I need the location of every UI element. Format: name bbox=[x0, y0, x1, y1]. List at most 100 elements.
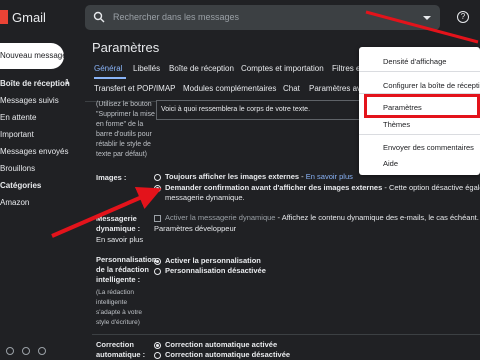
autocorrect-on-label: Correction automatique activée bbox=[165, 340, 278, 349]
sidebar-item-inbox[interactable]: Boîte de réception 1 bbox=[0, 79, 85, 93]
search-icon[interactable] bbox=[93, 11, 105, 23]
sidebar-item-label: Messages suivis bbox=[0, 96, 59, 105]
personalization-off-radio[interactable] bbox=[154, 268, 161, 275]
signature-help-line: texte par défaut) bbox=[96, 151, 147, 158]
personalization-on-option[interactable]: Activer la personnalisation bbox=[165, 256, 261, 266]
gmail-logo-text[interactable]: Gmail bbox=[12, 10, 46, 25]
personalization-off-option[interactable]: Personnalisation désactivée bbox=[165, 266, 266, 276]
menu-item-send-feedback[interactable]: Envoyer des commentaires bbox=[383, 143, 474, 152]
smart-compose-sub-1: (La rédaction bbox=[96, 289, 134, 296]
tab-chat[interactable]: Chat bbox=[283, 84, 300, 93]
developer-settings-link[interactable]: Paramètres développeur bbox=[154, 224, 236, 234]
dynamic-learn-more-link[interactable]: En savoir plus bbox=[96, 235, 143, 245]
personalization-on-radio[interactable] bbox=[154, 258, 161, 265]
sidebar-item-label: Brouillons bbox=[0, 164, 36, 173]
sidebar-item-label: En attente bbox=[0, 113, 37, 122]
inbox-count: 1 bbox=[65, 79, 69, 86]
sidebar-item-label: Important bbox=[0, 130, 34, 139]
images-ask-option[interactable]: Demander confirmation avant d'afficher d… bbox=[165, 183, 480, 193]
sidebar-item-starred[interactable]: Messages suivis bbox=[0, 96, 85, 110]
active-tab-indicator bbox=[94, 77, 126, 79]
sidebar-item-drafts[interactable]: Brouillons bbox=[0, 164, 85, 178]
dynamic-mail-checkbox[interactable] bbox=[154, 215, 161, 222]
sidebar: Nouveau message Boîte de réception 1 Mes… bbox=[0, 34, 85, 360]
sidebar-footer bbox=[0, 344, 85, 360]
menu-item-themes[interactable]: Thèmes bbox=[383, 120, 410, 129]
compose-button[interactable]: Nouveau message bbox=[0, 43, 67, 69]
gmail-window: Gmail Rechercher dans les messages ? Nou… bbox=[0, 0, 480, 360]
images-always-radio[interactable] bbox=[154, 174, 161, 181]
dynamic-mail-label-2: dynamique : bbox=[96, 224, 141, 233]
images-ask-label: Demander confirmation avant d'afficher d… bbox=[165, 183, 383, 192]
menu-item-display-density[interactable]: Densité d'affichage bbox=[383, 57, 446, 66]
contacts-icon[interactable] bbox=[6, 347, 14, 355]
help-icon[interactable]: ? bbox=[457, 11, 469, 23]
tab-inbox[interactable]: Boîte de réception bbox=[169, 64, 234, 73]
hangouts-icon[interactable] bbox=[22, 347, 30, 355]
sidebar-item-snoozed[interactable]: En attente bbox=[0, 113, 85, 127]
phone-icon[interactable] bbox=[38, 347, 46, 355]
dynamic-mail-option: Activer la messagerie dynamique - Affich… bbox=[165, 213, 479, 223]
sidebar-item-label: Amazon bbox=[0, 198, 30, 207]
tab-general[interactable]: Général bbox=[94, 64, 122, 73]
sidebar-item-label: Messages envoyés bbox=[0, 147, 69, 156]
menu-divider bbox=[359, 71, 480, 72]
smart-compose-label-3: intelligente : bbox=[96, 275, 141, 284]
signature-help-line: "Supprimer la mise bbox=[96, 111, 155, 118]
signature-help-line: (Utilisez le bouton bbox=[96, 101, 152, 108]
sidebar-item-label: Catégories bbox=[0, 181, 42, 190]
smart-compose-sub-2: intelligente bbox=[96, 299, 128, 306]
settings-highlight-box bbox=[364, 94, 480, 118]
autocorrect-label-1: Correction bbox=[96, 340, 134, 349]
images-ask-desc: - Cette option désactive égaleme bbox=[384, 183, 480, 192]
sidebar-item-categories[interactable]: Catégories bbox=[0, 181, 85, 195]
signature-help-line: en forme" de la bbox=[96, 121, 144, 128]
signature-help-line: rétablir le style de bbox=[96, 141, 151, 148]
search-options-caret-icon[interactable] bbox=[423, 16, 431, 20]
images-label: Images : bbox=[96, 173, 127, 182]
personalization-off-label: Personnalisation désactivée bbox=[165, 266, 266, 275]
compose-label: Nouveau message bbox=[0, 51, 67, 60]
autocorrect-off-option[interactable]: Correction automatique désactivée bbox=[165, 350, 290, 360]
tab-accounts-import[interactable]: Comptes et importation bbox=[241, 64, 324, 73]
sidebar-item-important[interactable]: Important bbox=[0, 130, 85, 144]
dynamic-mail-desc: - Affichez le contenu dynamique des e-ma… bbox=[275, 213, 479, 222]
settings-menu: Densité d'affichage Configurer la boîte … bbox=[359, 47, 480, 175]
autocorrect-label-2: automatique : bbox=[96, 350, 146, 359]
menu-divider bbox=[359, 134, 480, 135]
sidebar-item-sent[interactable]: Messages envoyés bbox=[0, 147, 85, 161]
signature-help-text: (Utilisez le bouton "Supprimer la mise e… bbox=[96, 100, 156, 160]
smart-compose-sub-3: s'adapte à votre bbox=[96, 309, 143, 316]
tab-forwarding-pop-imap[interactable]: Transfert et POP/IMAP bbox=[94, 84, 176, 93]
autocorrect-off-radio[interactable] bbox=[154, 352, 161, 359]
tab-addons[interactable]: Modules complémentaires bbox=[183, 84, 276, 93]
search-input[interactable]: Rechercher dans les messages bbox=[113, 12, 239, 22]
sidebar-item-amazon[interactable]: Amazon bbox=[0, 198, 85, 212]
images-always-label: Toujours afficher les images externes bbox=[165, 172, 300, 181]
images-always-option[interactable]: Toujours afficher les images externes - … bbox=[165, 172, 353, 182]
gmail-logo-icon[interactable] bbox=[0, 10, 8, 24]
tab-filters[interactable]: Filtres e bbox=[332, 64, 360, 73]
tab-advanced[interactable]: Paramètres av bbox=[309, 84, 361, 93]
smart-compose-label-1: Personnalisation bbox=[96, 255, 157, 264]
dynamic-mail-label-1: Messagerie bbox=[96, 214, 137, 223]
autocorrect-on-radio[interactable] bbox=[154, 342, 161, 349]
tab-labels[interactable]: Libellés bbox=[133, 64, 160, 73]
personalization-on-label: Activer la personnalisation bbox=[165, 256, 261, 265]
section-divider bbox=[92, 334, 480, 335]
menu-item-configure-inbox[interactable]: Configurer la boîte de réceptio bbox=[383, 81, 480, 90]
images-ask-desc-cont: messagerie dynamique. bbox=[165, 193, 245, 202]
autocorrect-off-label: Correction automatique désactivée bbox=[165, 350, 291, 359]
menu-item-help[interactable]: Aide bbox=[383, 159, 398, 168]
page-title: Paramètres bbox=[92, 40, 160, 55]
top-bar: Gmail Rechercher dans les messages ? bbox=[0, 0, 480, 34]
images-learn-more-link[interactable]: En savoir plus bbox=[306, 172, 353, 181]
smart-compose-label-2: de la rédaction bbox=[96, 265, 149, 274]
signature-preview-text: Voici à quoi ressemblera le corps de vot… bbox=[161, 106, 311, 113]
sidebar-item-label: Boîte de réception bbox=[0, 79, 70, 88]
smart-compose-sub-4: style d'écriture) bbox=[96, 319, 140, 326]
search-bar[interactable]: Rechercher dans les messages bbox=[85, 5, 440, 30]
signature-help-line: barre d'outils pour bbox=[96, 131, 152, 138]
images-ask-radio[interactable] bbox=[154, 185, 161, 192]
autocorrect-on-option[interactable]: Correction automatique activée bbox=[165, 340, 277, 350]
